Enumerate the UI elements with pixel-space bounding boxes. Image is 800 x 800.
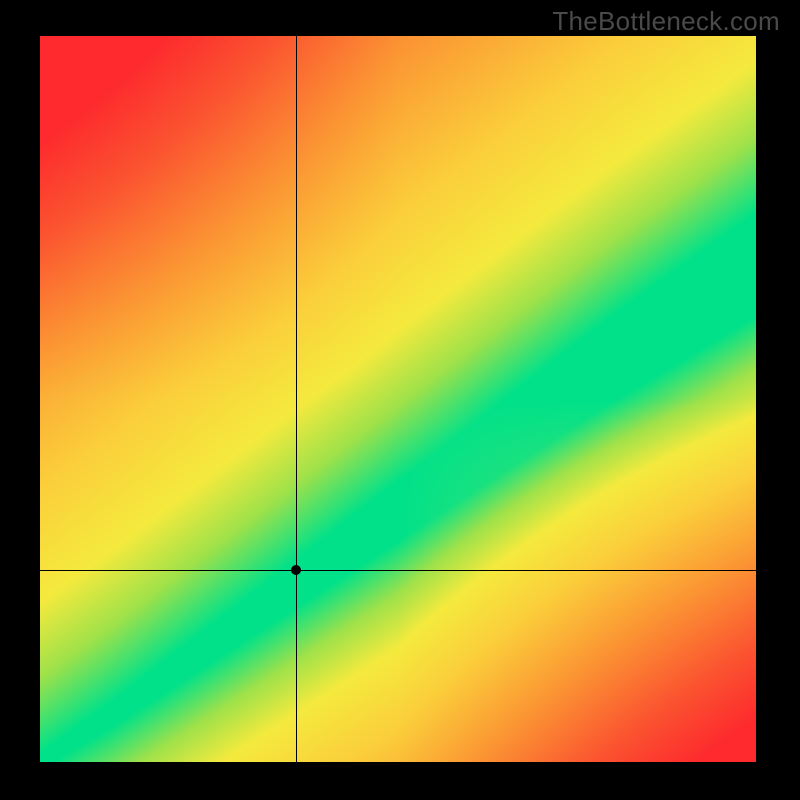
heatmap-canvas bbox=[40, 36, 756, 762]
watermark-text: TheBottleneck.com bbox=[552, 6, 780, 37]
heatmap-plot bbox=[40, 36, 756, 762]
chart-frame: TheBottleneck.com bbox=[0, 0, 800, 800]
